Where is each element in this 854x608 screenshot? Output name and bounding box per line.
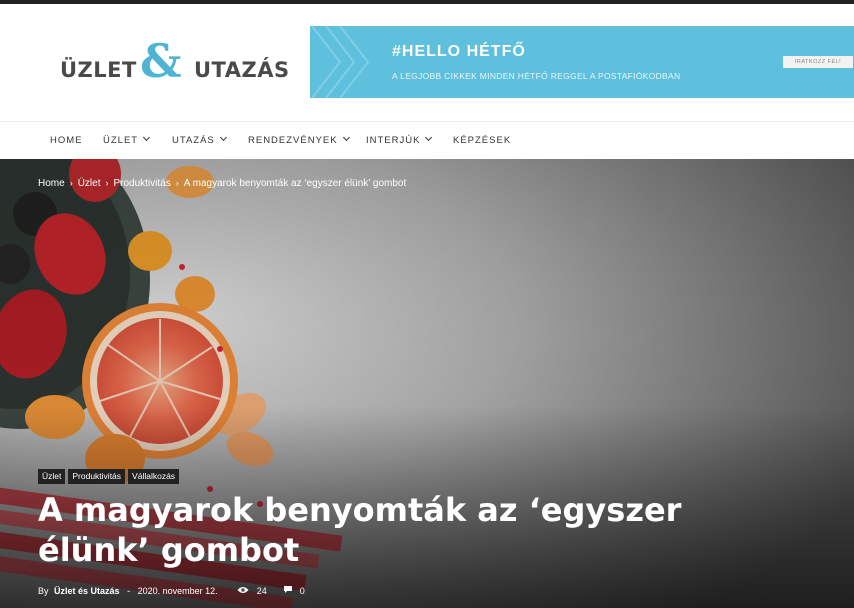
newsletter-banner[interactable]: #HELLO HÉTFŐ A LEGJOBB CIKKEK MINDEN HÉT… bbox=[310, 26, 854, 98]
banner-subtitle: A LEGJOBB CIKKEK MINDEN HÉTFŐ REGGEL A P… bbox=[392, 71, 681, 81]
nav-label: KÉPZÉSEK bbox=[453, 135, 512, 146]
nav-item-uzlet[interactable]: ÜZLET bbox=[103, 122, 151, 159]
breadcrumb-separator: › bbox=[105, 178, 109, 188]
site-logo[interactable]: ÜZLET & UTAZÁS bbox=[60, 38, 292, 86]
tag-vallalkozas[interactable]: Vállalkozás bbox=[128, 469, 180, 484]
meta-separator: - bbox=[127, 585, 131, 596]
nav-label: ÜZLET bbox=[103, 135, 139, 146]
nav-item-rendezvenyek[interactable]: RENDEZVÉNYEK bbox=[248, 122, 350, 159]
view-count: 24 bbox=[256, 585, 267, 596]
breadcrumb-uzlet[interactable]: Üzlet bbox=[78, 178, 101, 189]
breadcrumb-separator: › bbox=[175, 178, 179, 188]
chevron-down-icon bbox=[425, 133, 433, 142]
chevron-pattern-icon bbox=[311, 26, 370, 98]
chevron-down-icon bbox=[143, 133, 151, 142]
breadcrumb: Home › Üzlet › Produktivitás › A magyarok beny… bbox=[38, 178, 406, 189]
nav-item-interjuk[interactable]: INTERJÚK bbox=[366, 122, 433, 159]
article-meta: By Üzlet és Utazás - 2020. november 12. … bbox=[38, 585, 305, 596]
banner-title: #HELLO HÉTFŐ bbox=[392, 43, 526, 60]
article-hero: Home › Üzlet › Produktivitás › A magyarok beny… bbox=[0, 159, 854, 608]
nav-item-utazas[interactable]: UTAZÁS bbox=[172, 122, 227, 159]
breadcrumb-produktivitas[interactable]: Produktivitás bbox=[113, 178, 170, 189]
breadcrumb-current: A magyarok benyomták az ‘egyszer élünk’ … bbox=[183, 178, 407, 189]
nav-item-home[interactable]: HOME bbox=[50, 122, 83, 159]
chevron-down-icon bbox=[342, 133, 350, 142]
tag-uzlet[interactable]: Üzlet bbox=[38, 469, 66, 484]
logo-word-left: ÜZLET bbox=[60, 58, 137, 82]
comment-bubble-icon[interactable] bbox=[283, 585, 293, 596]
by-label: By bbox=[38, 585, 49, 596]
comment-count[interactable]: 0 bbox=[300, 586, 305, 596]
logo-word-right: UTAZÁS bbox=[194, 58, 290, 82]
category-tags: Üzlet Produktivitás Vállalkozás bbox=[38, 466, 182, 484]
main-navigation: HOME ÜZLET UTAZÁS RENDEZVÉNYEK INTERJÚK … bbox=[0, 121, 854, 159]
logo-ampersand: & bbox=[140, 34, 182, 88]
nav-label: HOME bbox=[50, 135, 83, 146]
nav-label: UTAZÁS bbox=[172, 135, 215, 146]
chevron-down-icon bbox=[219, 133, 227, 142]
site-header: ÜZLET & UTAZÁS #HELLO HÉTFŐ A LEGJOBB CI… bbox=[0, 4, 854, 121]
nav-item-kepzesek[interactable]: KÉPZÉSEK bbox=[453, 122, 511, 159]
eye-icon bbox=[237, 586, 249, 596]
breadcrumb-home[interactable]: Home bbox=[38, 178, 65, 189]
tag-produktivitas[interactable]: Produktivitás bbox=[68, 469, 126, 484]
subscribe-button[interactable]: IRATKOZZ FEL! bbox=[783, 56, 853, 68]
article-title: A magyarok benyomták az ‘egyszer élünk’ … bbox=[38, 491, 682, 569]
publish-date: 2020. november 12. bbox=[137, 585, 218, 596]
nav-label: INTERJÚK bbox=[366, 135, 421, 146]
nav-label: RENDEZVÉNYEK bbox=[248, 135, 338, 146]
breadcrumb-separator: › bbox=[69, 178, 73, 188]
author-link[interactable]: Üzlet és Utazás bbox=[54, 586, 120, 596]
